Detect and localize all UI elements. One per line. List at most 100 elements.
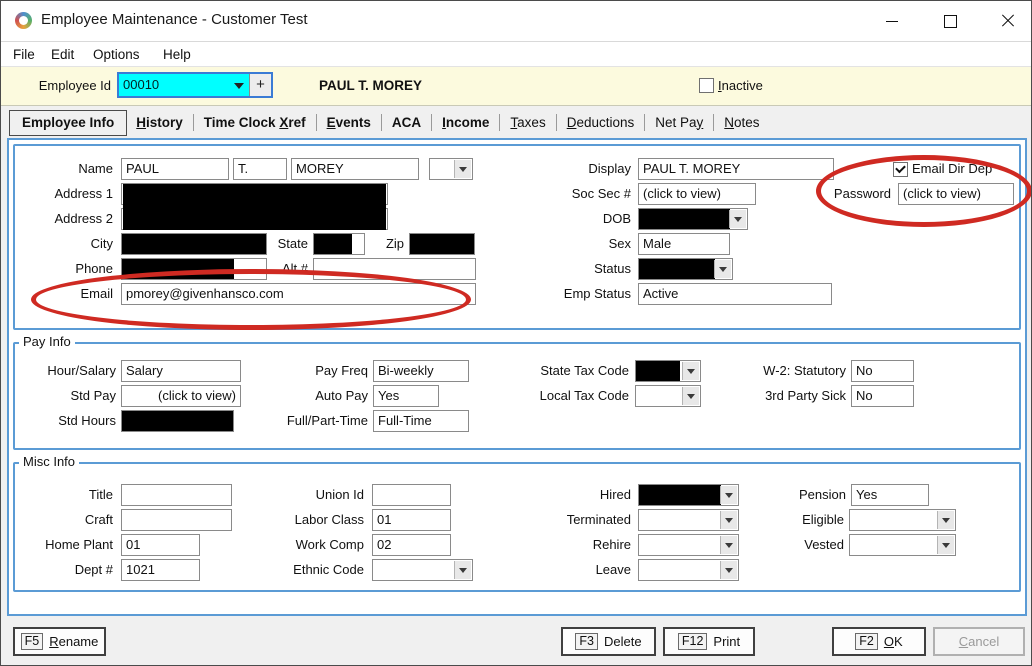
add-employee-button[interactable]: + xyxy=(249,74,271,96)
menu-file[interactable]: File xyxy=(7,45,41,64)
w2-statutory-combo[interactable]: No xyxy=(851,360,914,382)
home-plant-label: Home Plant xyxy=(13,534,113,556)
rehire-combo[interactable] xyxy=(638,534,739,556)
password-field[interactable]: (click to view) xyxy=(898,183,1014,205)
combo-arrow-icon[interactable] xyxy=(682,387,699,405)
tab-deductions[interactable]: Deductions xyxy=(558,111,644,135)
title-field[interactable] xyxy=(121,484,232,506)
std-pay-field[interactable]: (click to view) xyxy=(121,385,241,407)
combo-arrow-icon[interactable] xyxy=(937,511,954,529)
sex-label: Sex xyxy=(531,233,631,255)
dept-combo[interactable]: 1021 xyxy=(121,559,200,581)
combo-arrow-icon[interactable] xyxy=(937,536,954,554)
terminated-combo[interactable] xyxy=(638,509,739,531)
hired-label: Hired xyxy=(531,484,631,506)
hired-combo[interactable] xyxy=(638,484,739,506)
craft-field[interactable] xyxy=(121,509,232,531)
auto-pay-combo[interactable]: Yes xyxy=(373,385,439,407)
email-dir-dep-checkbox[interactable] xyxy=(893,162,908,177)
combo-arrow-icon[interactable] xyxy=(454,561,471,579)
tab-income[interactable]: Income xyxy=(433,111,498,135)
maximize-button[interactable] xyxy=(927,1,973,41)
tab-notes[interactable]: Notes xyxy=(715,111,768,135)
combo-arrow-icon[interactable] xyxy=(720,511,737,529)
home-plant-combo[interactable]: 01 xyxy=(121,534,200,556)
tab-aca[interactable]: ACA xyxy=(383,111,430,135)
tab-time-clock-xref[interactable]: Time Clock Xref xyxy=(195,111,315,135)
vested-label: Vested xyxy=(744,534,844,556)
state-field[interactable] xyxy=(313,233,365,255)
employee-id-value[interactable]: 00010 xyxy=(119,74,229,96)
close-button[interactable] xyxy=(985,1,1031,41)
state-label: State xyxy=(266,233,308,255)
ssn-field[interactable]: (click to view) xyxy=(638,183,756,205)
display-name-field[interactable]: PAUL T. MOREY xyxy=(638,158,834,180)
labor-class-field[interactable]: 01 xyxy=(372,509,451,531)
work-comp-combo[interactable]: 02 xyxy=(372,534,451,556)
rename-button[interactable]: F5 Rename xyxy=(13,627,106,656)
pay-freq-combo[interactable]: Bi-weekly xyxy=(373,360,469,382)
status-combo[interactable] xyxy=(638,258,733,280)
menu-help[interactable]: Help xyxy=(157,45,197,64)
name-label: Name xyxy=(13,158,113,180)
combo-arrow-icon[interactable] xyxy=(720,561,737,579)
local-tax-code-label: Local Tax Code xyxy=(529,385,629,407)
std-hours-field[interactable] xyxy=(121,410,234,432)
delete-button[interactable]: F3 Delete xyxy=(561,627,656,656)
tab-separator xyxy=(381,114,382,131)
middle-name-field[interactable]: T. xyxy=(233,158,287,180)
sex-combo[interactable]: Male xyxy=(638,233,730,255)
combo-arrow-icon[interactable] xyxy=(720,486,737,504)
combo-arrow-icon[interactable] xyxy=(454,160,471,178)
last-name-field[interactable]: MOREY xyxy=(291,158,419,180)
combo-arrow-icon[interactable] xyxy=(682,362,699,380)
employee-id-combo[interactable]: 00010 + xyxy=(117,72,273,98)
print-button[interactable]: F12 Print xyxy=(663,627,755,656)
redacted-value xyxy=(636,361,680,381)
inactive-label: Inactive xyxy=(718,78,763,93)
emp-status-combo[interactable]: Active xyxy=(638,283,832,305)
employee-display-name: PAUL T. MOREY xyxy=(319,78,422,93)
ethnic-code-combo[interactable] xyxy=(372,559,473,581)
alt-phone-field[interactable] xyxy=(313,258,476,280)
city-field[interactable] xyxy=(121,233,267,255)
union-id-field[interactable] xyxy=(372,484,451,506)
phone-field[interactable] xyxy=(121,258,267,280)
w2-statutory-label: W-2: Statutory xyxy=(746,360,846,382)
combo-arrow-icon[interactable] xyxy=(720,536,737,554)
third-party-sick-combo[interactable]: No xyxy=(851,385,914,407)
pension-combo[interactable]: Yes xyxy=(851,484,929,506)
email-dir-dep-label: Email Dir Dep xyxy=(912,158,1022,180)
name-suffix-combo[interactable] xyxy=(429,158,473,180)
full-part-time-label: Full/Part-Time xyxy=(258,410,368,432)
employee-id-dropdown-arrow-icon[interactable] xyxy=(229,74,249,96)
first-name-field[interactable]: PAUL xyxy=(121,158,229,180)
tab-events[interactable]: Events xyxy=(318,111,380,135)
eligible-combo[interactable] xyxy=(849,509,956,531)
menu-edit[interactable]: Edit xyxy=(45,45,80,64)
tab-taxes[interactable]: Taxes xyxy=(501,111,554,135)
full-part-time-combo[interactable]: Full-Time xyxy=(373,410,469,432)
menu-options[interactable]: Options xyxy=(87,45,146,64)
labor-class-label: Labor Class xyxy=(264,509,364,531)
vested-combo[interactable] xyxy=(849,534,956,556)
dob-combo[interactable] xyxy=(638,208,748,230)
tab-separator xyxy=(431,114,432,131)
craft-label: Craft xyxy=(13,509,113,531)
pay-info-title: Pay Info xyxy=(19,334,75,350)
local-tax-code-combo[interactable] xyxy=(635,385,701,407)
state-tax-code-combo[interactable] xyxy=(635,360,701,382)
combo-arrow-icon[interactable] xyxy=(714,260,731,278)
tab-employee-info[interactable]: Employee Info xyxy=(9,110,127,136)
hour-salary-combo[interactable]: Salary xyxy=(121,360,241,382)
inactive-checkbox[interactable] xyxy=(699,78,714,93)
ok-button[interactable]: F2 OK xyxy=(832,627,926,656)
tab-net-pay[interactable]: Net Pay xyxy=(646,111,712,135)
tab-history[interactable]: History xyxy=(127,111,192,135)
tab-separator xyxy=(499,114,500,131)
combo-arrow-icon[interactable] xyxy=(729,210,746,228)
minimize-button[interactable] xyxy=(869,1,915,41)
zip-field[interactable] xyxy=(409,233,475,255)
leave-combo[interactable] xyxy=(638,559,739,581)
email-field[interactable]: pmorey@givenhansco.com xyxy=(121,283,476,305)
